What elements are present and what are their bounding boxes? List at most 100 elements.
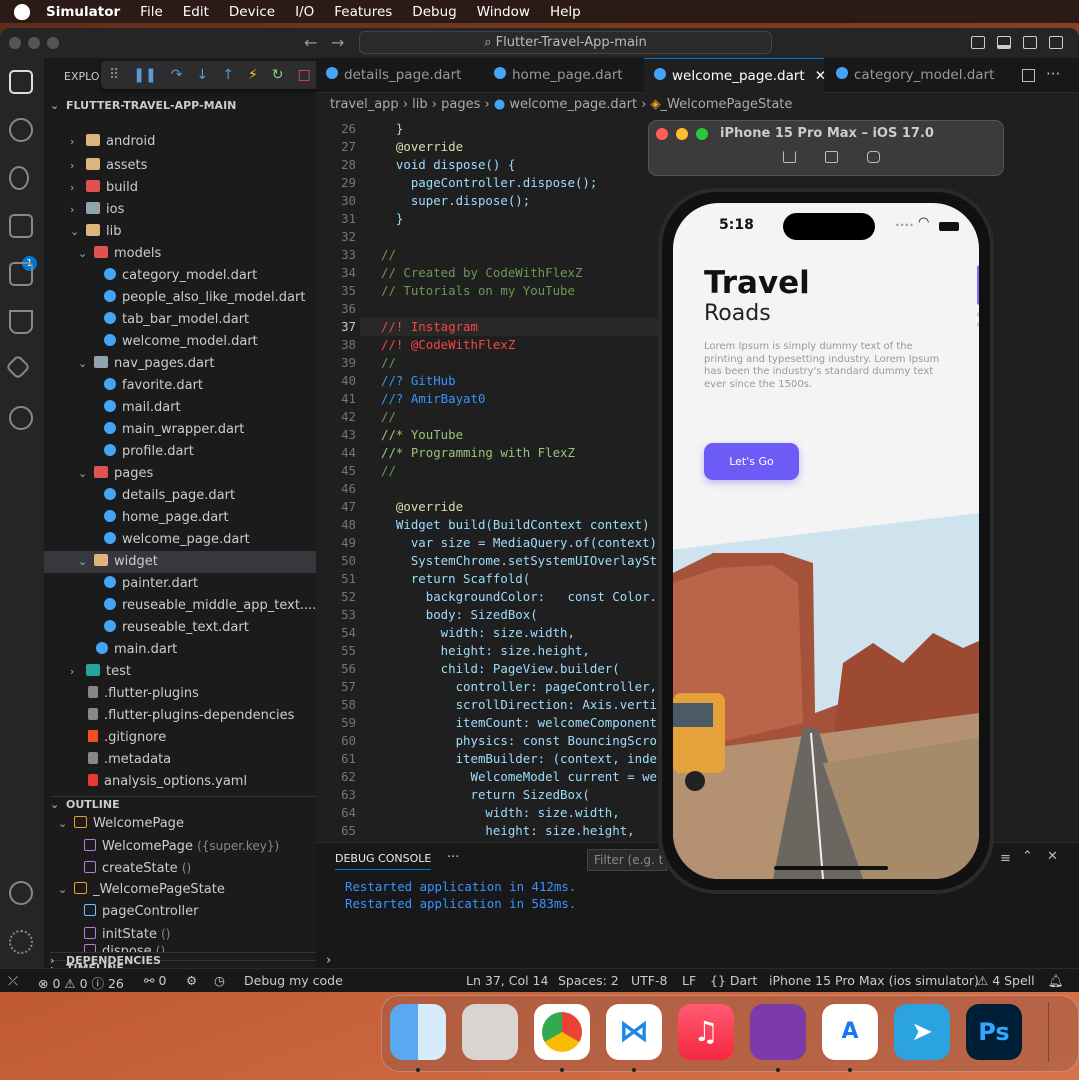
- outline-section[interactable]: ⌄ OUTLINE: [50, 796, 316, 811]
- accounts-icon[interactable]: [9, 881, 33, 905]
- pause-icon[interactable]: ❚❚: [133, 67, 156, 83]
- tree-item[interactable]: › test: [70, 661, 131, 683]
- stop-icon[interactable]: □: [298, 67, 311, 83]
- toggle-sidebar-icon[interactable]: [971, 36, 985, 49]
- github-desktop-icon[interactable]: [750, 1004, 806, 1060]
- menu-simulator[interactable]: Simulator: [46, 4, 120, 20]
- remote-explorer-icon[interactable]: [9, 406, 33, 430]
- notifications-bell-icon[interactable]: 🔔︎: [1048, 973, 1064, 989]
- tree-item[interactable]: favorite.dart: [104, 375, 203, 397]
- toggle-secondary-sidebar-icon[interactable]: [1023, 36, 1037, 49]
- run-debug-icon[interactable]: [9, 214, 33, 238]
- customize-layout-icon[interactable]: [1049, 36, 1063, 49]
- apple-icon[interactable]: [14, 3, 30, 20]
- tree-item[interactable]: tab_bar_model.dart: [104, 309, 249, 331]
- tree-item[interactable]: ⌄ lib: [70, 221, 121, 243]
- device-status[interactable]: iPhone 15 Pro Max (ios simulator): [769, 973, 979, 988]
- tree-item[interactable]: main_wrapper.dart: [104, 419, 244, 441]
- tree-item[interactable]: .metadata: [88, 749, 171, 771]
- extensions-icon[interactable]: [9, 262, 33, 286]
- tree-item[interactable]: analysis_options.yaml: [88, 771, 247, 793]
- zoom-window-button[interactable]: [47, 37, 59, 49]
- tree-item[interactable]: reuseable_middle_app_text....: [104, 595, 316, 617]
- flutter-icon[interactable]: [5, 354, 31, 380]
- tab-category-model[interactable]: category_model.dart: [836, 58, 1006, 93]
- tree-item[interactable]: .flutter-plugins: [88, 683, 199, 705]
- rotate-icon[interactable]: [867, 151, 880, 163]
- explorer-root-section[interactable]: ⌄ FLUTTER-TRAVEL-APP-MAIN: [50, 99, 236, 112]
- menu-io[interactable]: I/O: [295, 4, 314, 20]
- language-status[interactable]: {} Dart: [710, 973, 757, 988]
- tree-item[interactable]: profile.dart: [104, 441, 194, 463]
- tree-item[interactable]: mail.dart: [104, 397, 181, 419]
- breadcrumb-item[interactable]: travel_app: [330, 97, 399, 112]
- clear-console-icon[interactable]: ≡: [1000, 851, 1011, 866]
- menu-edit[interactable]: Edit: [183, 4, 209, 20]
- step-over-icon[interactable]: ↷: [171, 67, 183, 83]
- minimize-window-button[interactable]: [28, 37, 40, 49]
- tree-item[interactable]: people_also_like_model.dart: [104, 287, 305, 309]
- tree-item[interactable]: › build: [70, 177, 138, 199]
- tab-home-page[interactable]: home_page.dart: [494, 58, 644, 93]
- finder-icon[interactable]: [390, 1004, 446, 1060]
- outline-item[interactable]: ⌄ _WelcomePageState: [58, 879, 225, 901]
- tree-item[interactable]: › assets: [70, 155, 147, 177]
- debug-console-tab[interactable]: DEBUG CONSOLE: [335, 852, 432, 870]
- photoshop-icon[interactable]: Ps: [966, 1004, 1022, 1060]
- music-icon[interactable]: ♫: [678, 1004, 734, 1060]
- breadcrumb-item[interactable]: _WelcomePageState: [661, 97, 793, 112]
- menu-features[interactable]: Features: [334, 4, 392, 20]
- cursor-position-status[interactable]: Ln 37, Col 14: [466, 973, 548, 988]
- lets-go-button[interactable]: Let's Go: [704, 443, 799, 480]
- tab-welcome-page[interactable]: welcome_page.dart ✕: [644, 58, 826, 93]
- outline-item[interactable]: createState (): [84, 857, 191, 879]
- back-arrow-icon[interactable]: ←: [304, 33, 317, 52]
- testing-icon[interactable]: [9, 310, 33, 334]
- more-actions-icon[interactable]: ···: [1046, 65, 1060, 83]
- drag-handle-icon[interactable]: ⠿: [109, 67, 119, 83]
- hot-reload-icon[interactable]: ⚡: [248, 67, 258, 83]
- restart-icon[interactable]: ↻: [272, 67, 284, 83]
- close-panel-icon[interactable]: ✕: [1047, 849, 1058, 864]
- ports-status[interactable]: ⚯ 0: [144, 973, 166, 988]
- tree-item[interactable]: main.dart: [96, 639, 177, 661]
- outline-item[interactable]: initState (): [84, 923, 171, 945]
- menu-device[interactable]: Device: [229, 4, 275, 20]
- launchpad-icon[interactable]: [462, 1004, 518, 1060]
- explorer-icon[interactable]: [9, 70, 33, 94]
- vscode-icon[interactable]: ⋈: [606, 1004, 662, 1060]
- spell-status[interactable]: ⚠ 4 Spell: [977, 973, 1035, 988]
- tree-item[interactable]: › ios: [70, 199, 124, 221]
- breadcrumb-item[interactable]: lib: [412, 97, 427, 112]
- page-indicator-dot[interactable]: [977, 312, 979, 317]
- search-icon[interactable]: [9, 118, 33, 142]
- menu-file[interactable]: File: [140, 4, 163, 20]
- close-tab-icon[interactable]: ✕: [815, 68, 826, 84]
- outline-item[interactable]: pageController: [84, 901, 198, 923]
- home-icon[interactable]: [783, 151, 796, 163]
- command-center-search[interactable]: ⌕ Flutter-Travel-App-main: [359, 31, 772, 54]
- tree-item[interactable]: .gitignore: [88, 727, 166, 749]
- tree-item[interactable]: details_page.dart: [104, 485, 235, 507]
- tree-item[interactable]: category_model.dart: [104, 265, 257, 287]
- tree-item[interactable]: welcome_page.dart: [104, 529, 250, 551]
- tree-item[interactable]: ⌄ nav_pages.dart: [78, 353, 214, 375]
- step-out-icon[interactable]: ↑: [222, 67, 234, 83]
- eol-status[interactable]: LF: [682, 973, 696, 988]
- outline-item[interactable]: WelcomePage ({super.key}): [84, 835, 279, 857]
- tree-item-selected[interactable]: ⌄ widget: [44, 551, 316, 573]
- console-filter-input[interactable]: Filter (e.g. t: [587, 849, 667, 871]
- debug-config-status[interactable]: Debug my code: [244, 973, 343, 988]
- breadcrumb-item[interactable]: pages: [441, 97, 480, 112]
- problems-status[interactable]: ⊗ 0 ⚠ 0 ⓘ 26: [38, 973, 124, 992]
- xcode-icon[interactable]: A: [822, 1004, 878, 1060]
- outline-item[interactable]: ⌄ WelcomePage: [58, 813, 184, 835]
- debug-run-icon[interactable]: ⚙: [186, 973, 197, 988]
- breadcrumb-item[interactable]: welcome_page.dart: [509, 97, 637, 112]
- outline-item[interactable]: dispose (): [84, 944, 165, 952]
- maximize-panel-icon[interactable]: ⌃: [1022, 849, 1033, 864]
- encoding-status[interactable]: UTF-8: [631, 973, 667, 988]
- tree-item[interactable]: home_page.dart: [104, 507, 229, 529]
- page-indicator-dot[interactable]: [977, 322, 979, 327]
- home-indicator[interactable]: [774, 866, 888, 870]
